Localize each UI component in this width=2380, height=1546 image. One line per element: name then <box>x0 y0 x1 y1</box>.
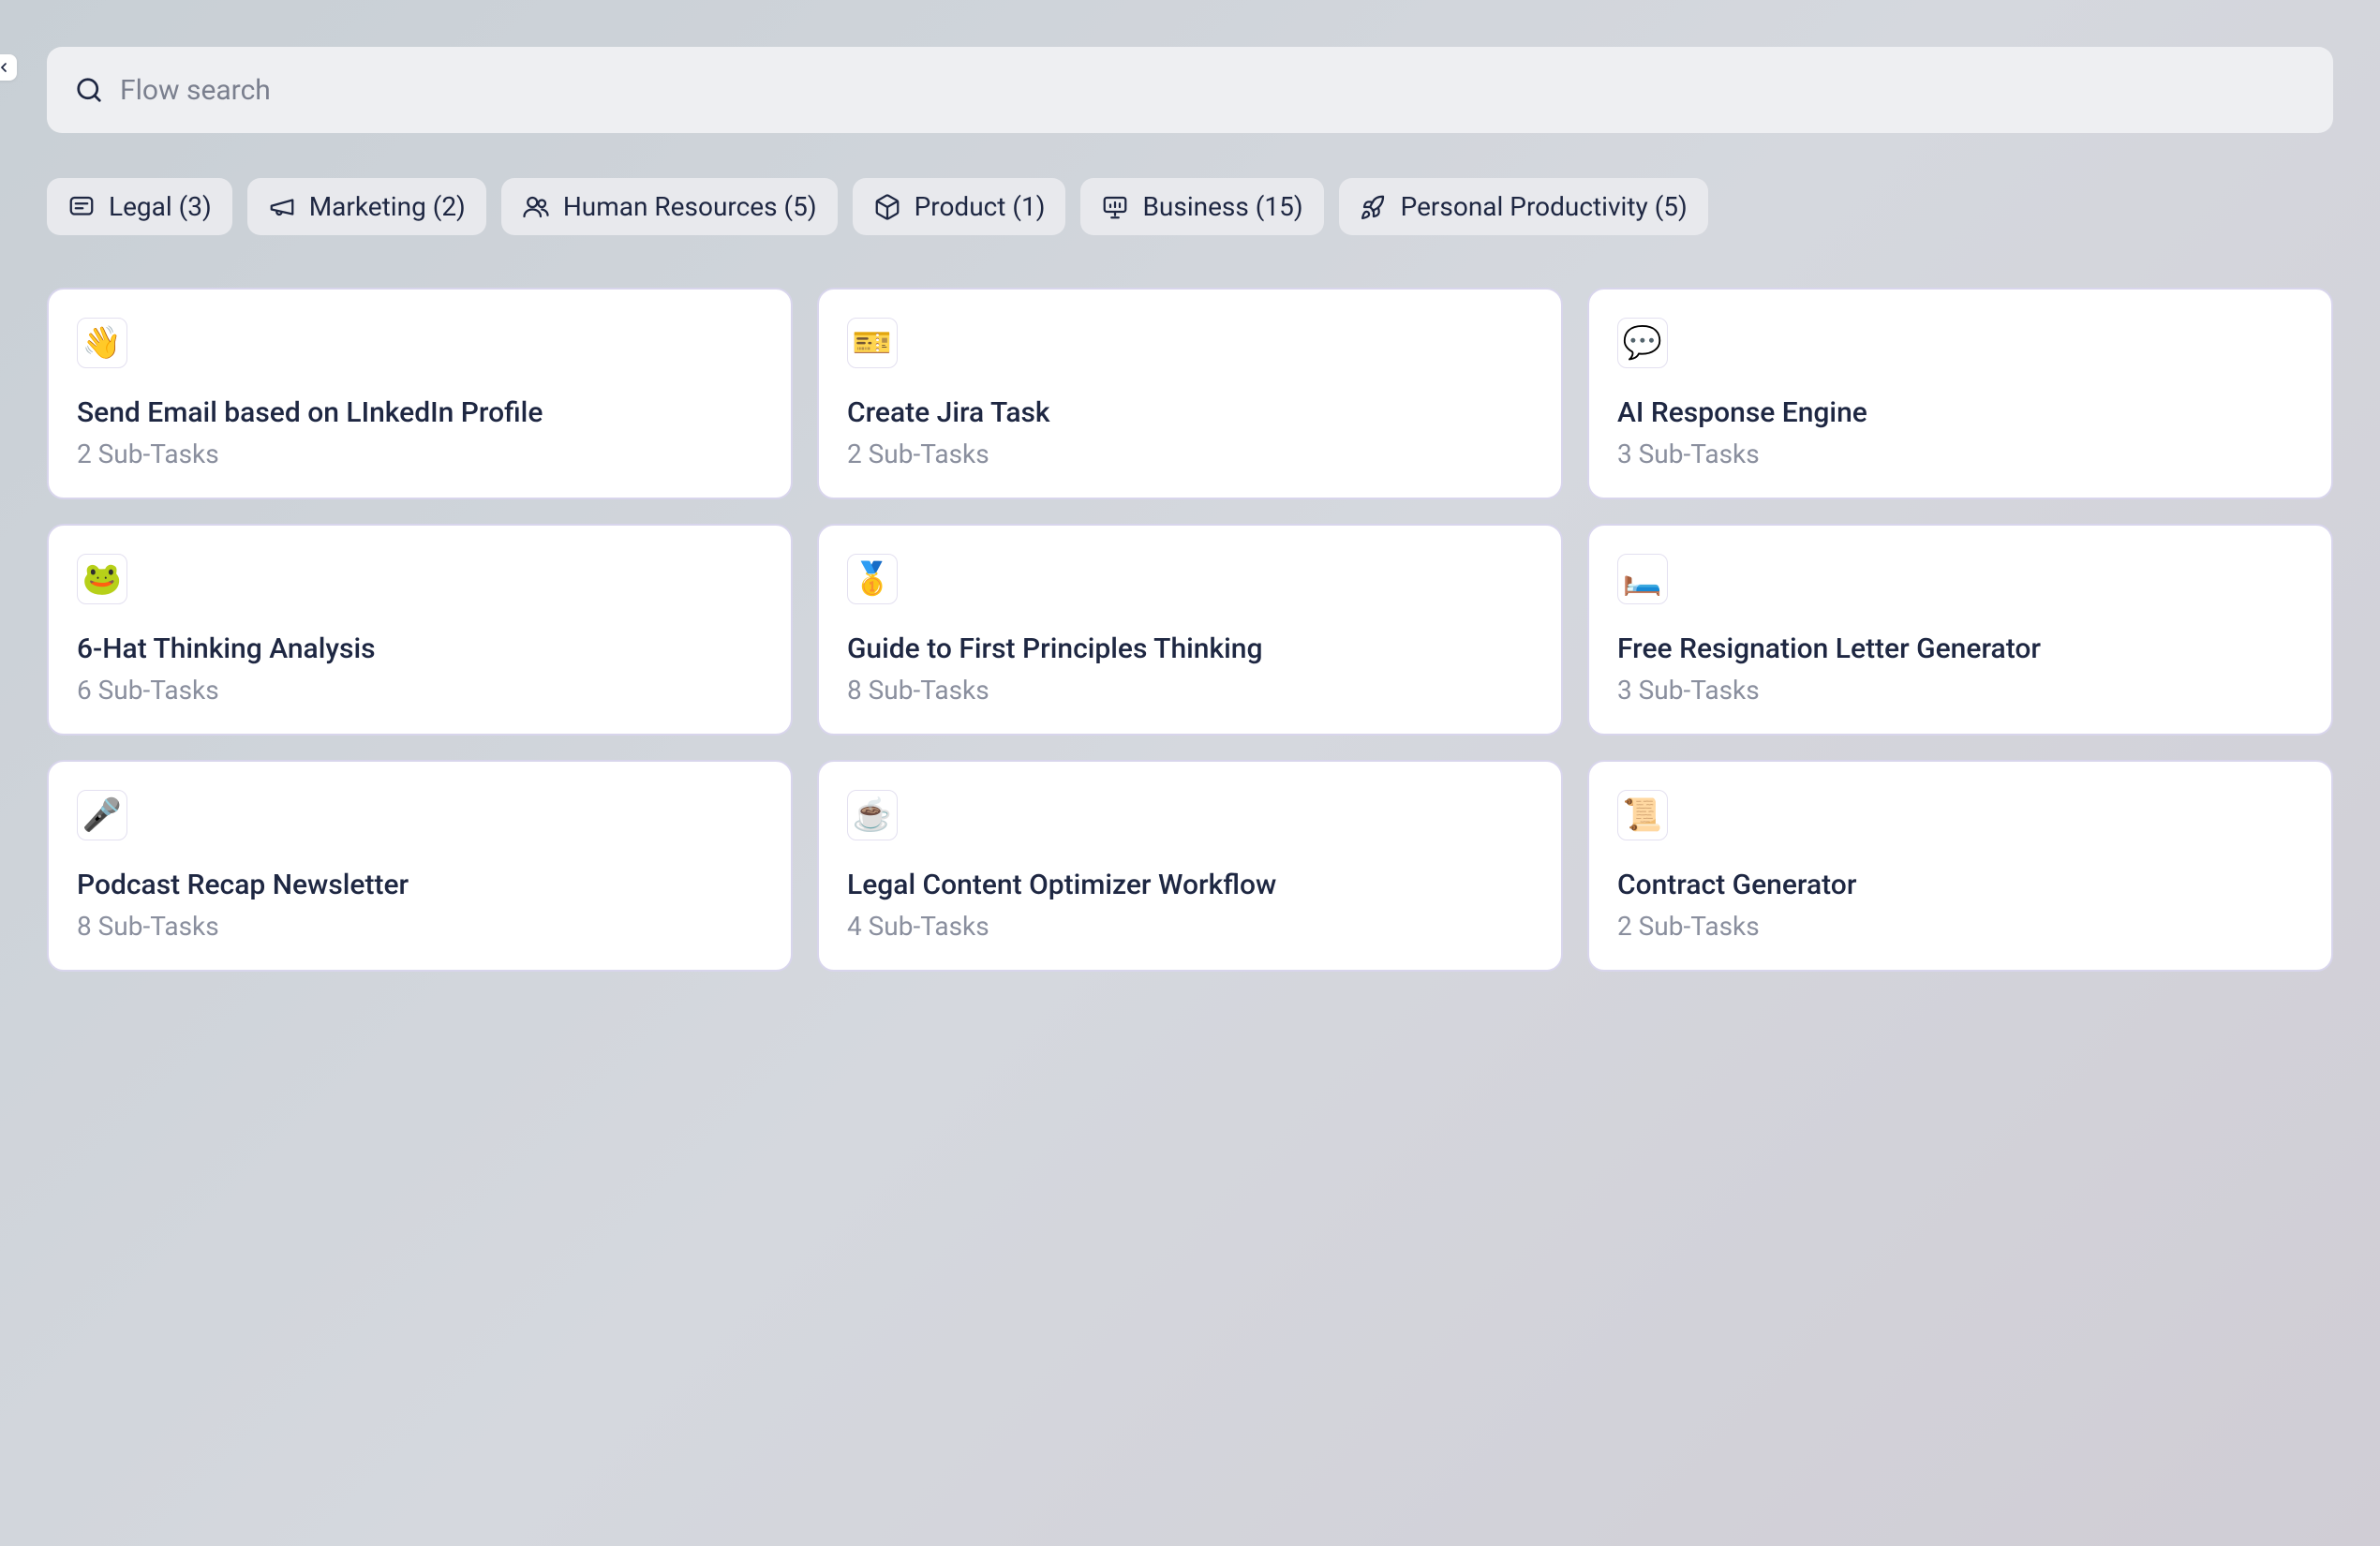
flow-grid: 👋 Send Email based on LInkedIn Profile 2… <box>47 288 2333 972</box>
search-bar <box>47 47 2333 133</box>
card-title: 6-Hat Thinking Analysis <box>77 631 763 667</box>
presentation-icon <box>1101 193 1129 221</box>
wave-icon: 👋 <box>77 318 127 368</box>
filter-label: Human Resources (5) <box>563 191 817 222</box>
card-title: Contract Generator <box>1617 867 2303 903</box>
flow-card[interactable]: 🛏️ Free Resignation Letter Generator 3 S… <box>1587 524 2333 736</box>
filter-product[interactable]: Product (1) <box>853 178 1066 235</box>
filter-label: Product (1) <box>915 191 1046 222</box>
flow-card[interactable]: ☕ Legal Content Optimizer Workflow 4 Sub… <box>817 760 1563 972</box>
filter-label: Business (15) <box>1142 191 1302 222</box>
card-title: Guide to First Principles Thinking <box>847 631 1533 667</box>
flow-card[interactable]: 💬 AI Response Engine 3 Sub-Tasks <box>1587 288 2333 499</box>
card-subtitle: 4 Sub-Tasks <box>847 911 1533 942</box>
card-title: Legal Content Optimizer Workflow <box>847 867 1533 903</box>
message-icon <box>67 193 96 221</box>
frog-icon: 🐸 <box>77 554 127 604</box>
ticket-icon: 🎫 <box>847 318 898 368</box>
coffee-icon: ☕ <box>847 790 898 840</box>
flow-card[interactable]: 🎤 Podcast Recap Newsletter 8 Sub-Tasks <box>47 760 793 972</box>
flow-card[interactable]: 👋 Send Email based on LInkedIn Profile 2… <box>47 288 793 499</box>
card-subtitle: 2 Sub-Tasks <box>847 439 1533 469</box>
speech-icon: 💬 <box>1617 318 1668 368</box>
card-subtitle: 8 Sub-Tasks <box>847 675 1533 706</box>
filter-business[interactable]: Business (15) <box>1080 178 1323 235</box>
search-input[interactable] <box>120 74 2305 107</box>
flow-card[interactable]: 🐸 6-Hat Thinking Analysis 6 Sub-Tasks <box>47 524 793 736</box>
card-subtitle: 3 Sub-Tasks <box>1617 439 2303 469</box>
card-subtitle: 8 Sub-Tasks <box>77 911 763 942</box>
flow-card[interactable]: 📜 Contract Generator 2 Sub-Tasks <box>1587 760 2333 972</box>
card-title: AI Response Engine <box>1617 394 2303 431</box>
scroll-icon: 📜 <box>1617 790 1668 840</box>
card-subtitle: 3 Sub-Tasks <box>1617 675 2303 706</box>
filter-label: Marketing (2) <box>309 191 466 222</box>
card-title: Free Resignation Letter Generator <box>1617 631 2303 667</box>
bed-icon: 🛏️ <box>1617 554 1668 604</box>
filter-productivity[interactable]: Personal Productivity (5) <box>1339 178 1708 235</box>
card-title: Send Email based on LInkedIn Profile <box>77 394 763 431</box>
card-title: Podcast Recap Newsletter <box>77 867 763 903</box>
filter-label: Legal (3) <box>109 191 212 222</box>
filter-hr[interactable]: Human Resources (5) <box>501 178 838 235</box>
filter-label: Personal Productivity (5) <box>1401 191 1688 222</box>
filter-marketing[interactable]: Marketing (2) <box>247 178 486 235</box>
collapse-sidebar-button[interactable] <box>0 54 17 81</box>
megaphone-icon <box>268 193 296 221</box>
card-subtitle: 2 Sub-Tasks <box>77 439 763 469</box>
users-icon <box>522 193 550 221</box>
filter-row: Legal (3) Marketing (2) Human Resources … <box>47 178 2333 235</box>
card-subtitle: 2 Sub-Tasks <box>1617 911 2303 942</box>
card-title: Create Jira Task <box>847 394 1533 431</box>
medal-icon: 🥇 <box>847 554 898 604</box>
microphone-icon: 🎤 <box>77 790 127 840</box>
rocket-icon <box>1360 193 1388 221</box>
flow-card[interactable]: 🎫 Create Jira Task 2 Sub-Tasks <box>817 288 1563 499</box>
card-subtitle: 6 Sub-Tasks <box>77 675 763 706</box>
filter-legal[interactable]: Legal (3) <box>47 178 232 235</box>
flow-card[interactable]: 🥇 Guide to First Principles Thinking 8 S… <box>817 524 1563 736</box>
search-icon <box>75 76 103 104</box>
package-icon <box>873 193 901 221</box>
